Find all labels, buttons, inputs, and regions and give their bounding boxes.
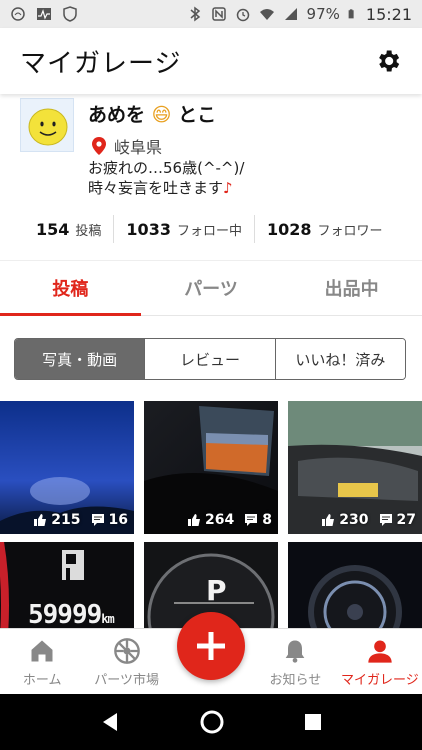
wheel-icon — [113, 638, 140, 664]
wifi-on-icon — [11, 7, 25, 21]
odometer-readout: 59999km — [28, 600, 115, 630]
photo-tile[interactable]: 264 8 — [144, 401, 278, 534]
location: 岐阜県 — [92, 134, 162, 158]
stat-followers-count: 1028 — [266, 219, 312, 239]
nav-home-label: ホーム — [22, 673, 62, 688]
app-bar: マイガレージ — [0, 28, 422, 94]
nav-notifications-label: お知らせ — [269, 673, 322, 688]
profile-bio: お疲れの…56歳(^-^)/ 時々妄言を吐きます♪ — [88, 158, 244, 198]
comment-count: 8 — [262, 512, 272, 528]
bell-icon — [286, 640, 305, 663]
photo-tile[interactable]: 230 27 — [288, 401, 422, 534]
user-name: あめを 😄 とこ — [88, 100, 216, 127]
post-stats: 230 27 — [321, 512, 416, 528]
status-bar: 97% 15:21 — [0, 0, 422, 28]
user-name-main: あめを — [88, 104, 146, 126]
activity-icon — [37, 8, 51, 20]
tab-listings[interactable]: 出品中 — [281, 261, 422, 315]
alarm-icon — [236, 8, 249, 22]
photo-thumbnail — [288, 542, 422, 631]
odometer-value: 59999 — [28, 600, 102, 630]
comment-count: 16 — [108, 512, 128, 528]
profile-stats: 154 投稿 1033 フォロー中 1028 フォロワー — [0, 212, 422, 246]
stat-followers-label: フォロワー — [317, 223, 383, 239]
stat-following-count: 1033 — [126, 219, 171, 239]
plus-icon — [197, 632, 225, 660]
recents-icon[interactable] — [303, 712, 323, 732]
photo-tile[interactable]: 215 16 — [0, 401, 134, 534]
stat-divider — [113, 215, 115, 243]
bio-line-1: お疲れの…56歳(^-^)/ — [88, 159, 245, 177]
clock: 15:21 — [365, 4, 412, 24]
photo-tile[interactable]: 59999km — [0, 542, 134, 631]
stat-divider — [253, 215, 255, 243]
photo-tile[interactable] — [288, 542, 422, 631]
add-post-button[interactable] — [177, 612, 245, 680]
page-title: マイガレージ — [20, 48, 182, 79]
bio-line-2: 時々妄言を吐きます — [88, 179, 224, 197]
odometer-unit: km — [101, 612, 114, 626]
thumbs-up-icon — [322, 514, 335, 526]
like-count: 264 — [205, 512, 235, 528]
nav-notifications[interactable]: お知らせ — [253, 629, 337, 694]
like-count: 215 — [51, 512, 81, 528]
avatar[interactable] — [20, 98, 74, 152]
stat-followers[interactable]: 1028 フォロワー — [267, 215, 383, 243]
nav-home[interactable]: ホーム — [0, 629, 84, 694]
home-icon — [31, 640, 53, 662]
battery-icon — [348, 9, 354, 19]
back-icon[interactable] — [99, 711, 121, 733]
nfc-icon — [211, 7, 226, 21]
thumbs-up-icon — [188, 514, 201, 526]
music-note-icon: ♪ — [223, 179, 233, 197]
content-tabs: 投稿 パーツ 出品中 — [0, 260, 422, 316]
bluetooth-icon — [190, 6, 200, 22]
person-icon — [368, 640, 392, 663]
profile-section: あめを 😄 とこ 岐阜県 お疲れの…56歳(^-^)/ 時々妄言を吐きます♪ — [0, 96, 422, 206]
stat-following[interactable]: 1033 フォロー中 — [126, 215, 242, 243]
comment-icon — [379, 514, 392, 526]
smile-emoji-icon: 😄 — [151, 104, 172, 126]
stat-posts[interactable]: 154 投稿 — [36, 215, 101, 243]
comment-count: 27 — [396, 512, 416, 528]
like-count: 230 — [339, 512, 369, 528]
gear-indicator: P — [206, 574, 227, 607]
nav-my-garage[interactable]: マイガレージ — [338, 629, 422, 694]
stat-posts-count: 154 — [36, 219, 70, 239]
avatar-face-icon — [28, 108, 68, 146]
nav-my-garage-label: マイガレージ — [340, 673, 419, 688]
home-circle-icon[interactable] — [199, 709, 225, 735]
nav-parts-market-label: パーツ市場 — [94, 673, 159, 688]
post-stats: 215 16 — [33, 512, 128, 528]
gear-icon[interactable] — [374, 47, 402, 75]
wifi-icon — [259, 9, 274, 20]
post-stats: 264 8 — [187, 512, 272, 528]
tab-posts[interactable]: 投稿 — [0, 261, 141, 316]
thumbs-up-icon — [34, 514, 47, 526]
segment-reviews[interactable]: レビュー — [145, 339, 276, 379]
tab-parts[interactable]: パーツ — [141, 261, 282, 315]
stat-posts-label: 投稿 — [75, 223, 102, 239]
location-pin-icon — [92, 137, 106, 155]
user-name-suffix: とこ — [178, 104, 217, 126]
battery-level: 97% — [306, 5, 340, 23]
filter-segmented-control: 写真・動画 レビュー いいね！済み — [14, 338, 406, 380]
stat-following-label: フォロー中 — [176, 223, 242, 239]
segment-liked[interactable]: いいね！済み — [275, 339, 405, 379]
location-text: 岐阜県 — [114, 138, 163, 157]
signal-icon — [284, 8, 297, 20]
nav-parts-market[interactable]: パーツ市場 — [84, 629, 168, 694]
shield-icon — [63, 6, 77, 22]
comment-icon — [245, 514, 258, 526]
photo-grid: 215 16 264 8 230 27 59999km P — [0, 401, 422, 631]
system-navigation-bar — [0, 694, 422, 750]
comment-icon — [91, 514, 104, 526]
segment-photos-videos[interactable]: 写真・動画 — [15, 339, 146, 379]
